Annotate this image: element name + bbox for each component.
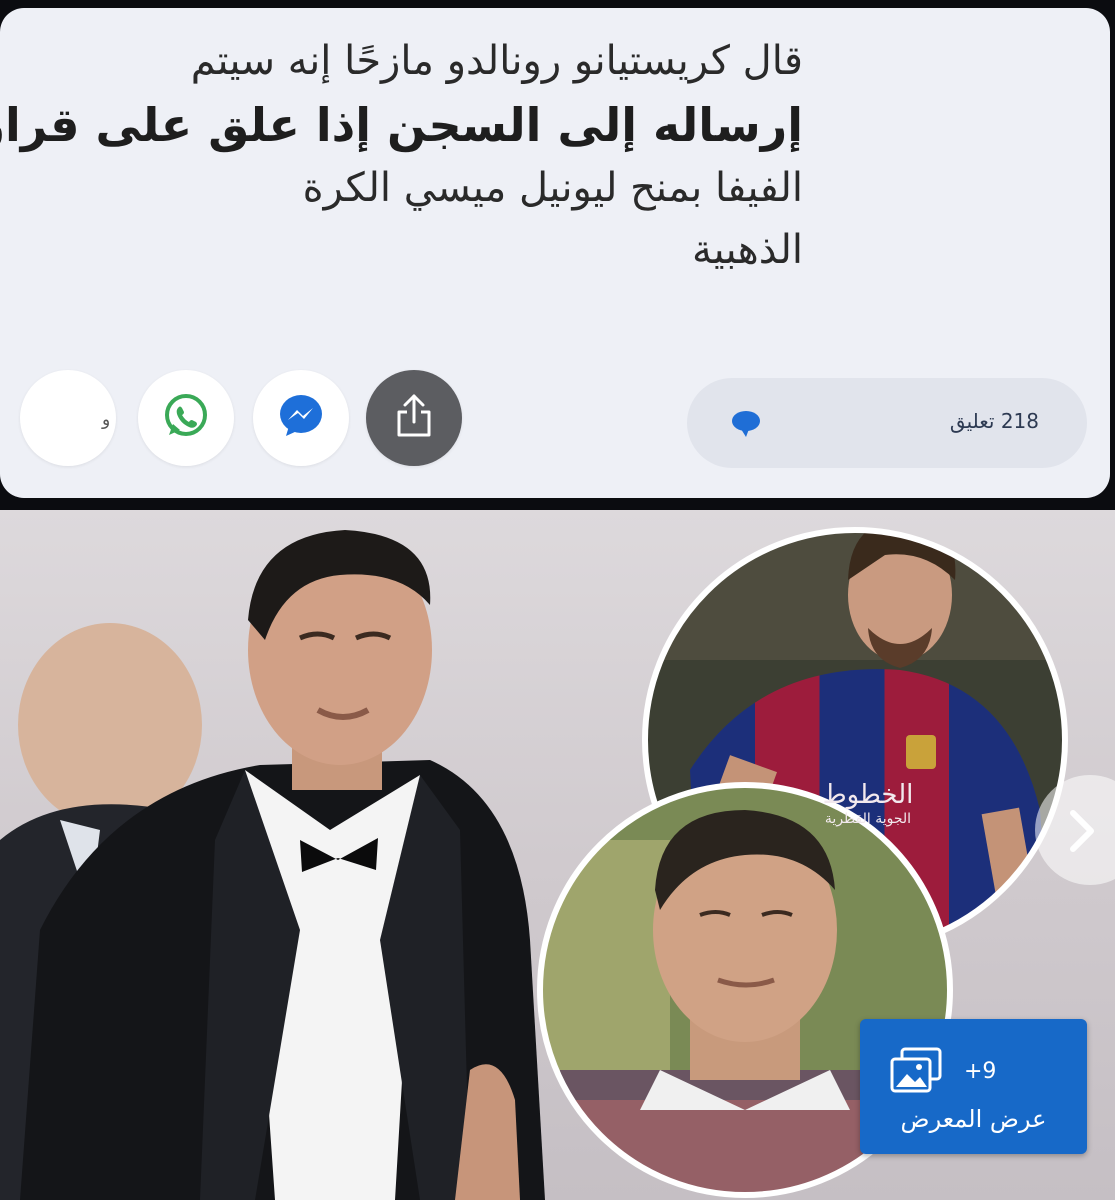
gallery-label: عرض المعرض (900, 1105, 1047, 1133)
comments-button[interactable]: 218 تعليق (687, 378, 1087, 468)
headline-line-2: إرساله إلى السجن إذا علق على قرار (0, 98, 803, 152)
whatsapp-button[interactable] (138, 370, 234, 466)
headline-line-1: قال كريستيانو رونالدو مازحًا إنه سيتم (190, 38, 803, 84)
view-gallery-button[interactable]: +9 عرض المعرض (860, 1019, 1087, 1154)
gallery-count: +9 (964, 1059, 997, 1084)
headline-line-3: الفيفا بمنح ليونيل ميسي الكرة (302, 165, 803, 211)
watermark-line-2: الجوية القطرية (824, 811, 912, 827)
messenger-button[interactable] (253, 370, 349, 466)
post-card: قال كريستيانو رونالدو مازحًا إنه سيتم إر… (0, 8, 1110, 498)
whatsapp-icon (161, 391, 211, 445)
share-icon (392, 392, 436, 444)
watermark-line-1: الخطوط (822, 780, 914, 810)
comment-icon (729, 408, 763, 442)
more-share-label: و (102, 410, 111, 430)
image-watermark: الخطوط الجوية القطرية (808, 780, 928, 828)
next-image-button[interactable] (1035, 775, 1115, 885)
post-headline: قال كريستيانو رونالدو مازحًا إنه سيتم إر… (0, 30, 803, 282)
gallery-icon (890, 1047, 944, 1101)
chevron-right-icon (1035, 810, 1115, 889)
more-share-button[interactable]: و (20, 370, 116, 466)
share-button[interactable] (366, 370, 462, 466)
headline-line-4: الذهبية (692, 227, 803, 273)
screen: قال كريستيانو رونالدو مازحًا إنه سيتم إر… (0, 0, 1115, 1200)
messenger-icon (275, 390, 327, 446)
comments-count: 218 تعليق (949, 409, 1039, 433)
